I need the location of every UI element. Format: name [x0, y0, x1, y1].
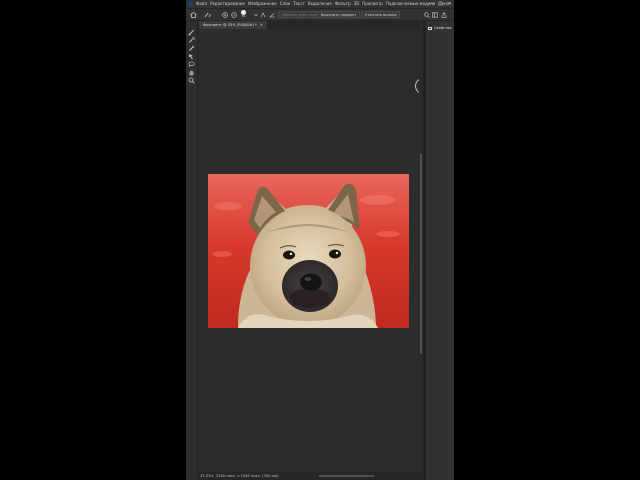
menu-select[interactable]: Выделение: [308, 0, 332, 8]
brush-tool-icon[interactable]: [188, 29, 195, 36]
properties-panel: Свойства: [426, 21, 454, 480]
document-tab-title: Фрагмент @ 33% (RGB/8#) *: [203, 23, 257, 27]
menu-3d[interactable]: 3D: [354, 0, 360, 8]
refine-edge-brush-icon[interactable]: [188, 45, 195, 52]
photoshop-window: Файл Редактирование Изображение Слои Тек…: [186, 0, 454, 480]
search-icon[interactable]: [424, 11, 430, 19]
select-subject-button[interactable]: Выделить предмет: [317, 11, 361, 18]
brush-size-dropdown-icon[interactable]: [254, 11, 258, 19]
menu-view[interactable]: Просмотр: [362, 0, 383, 8]
share-icon[interactable]: [441, 11, 447, 19]
close-tab-icon[interactable]: ✕: [260, 23, 263, 27]
lasso-tool-icon[interactable]: [188, 61, 195, 68]
menu-bar: Файл Редактирование Изображение Слои Тек…: [186, 0, 454, 8]
canvas-workspace[interactable]: [199, 29, 431, 472]
properties-icon: [428, 26, 432, 30]
brush-size-control[interactable]: 50: [241, 10, 246, 18]
close-button[interactable]: ✕: [448, 1, 452, 7]
tool-preset-icon[interactable]: [204, 11, 212, 19]
add-to-selection-icon[interactable]: [222, 11, 228, 19]
refine-hair-button[interactable]: Уточнить волосы: [361, 11, 401, 18]
quick-selection-tool-icon[interactable]: [188, 37, 195, 44]
menu-file[interactable]: Файл: [196, 0, 207, 8]
document-tab-bar: Фрагмент @ 33% (RGB/8#) * ✕: [199, 21, 419, 29]
object-selection-tool-icon[interactable]: [188, 53, 195, 60]
menu-edit[interactable]: Редактирование: [210, 0, 245, 8]
menu-image[interactable]: Изображение: [248, 0, 277, 8]
brush-angle-icon[interactable]: [260, 11, 267, 19]
menu-type[interactable]: Текст: [293, 0, 305, 8]
zoom-level[interactable]: 33,33%: [200, 472, 214, 480]
tools-panel: [186, 21, 198, 480]
vertical-scroll-thumb[interactable]: [420, 154, 422, 354]
zoom-tool-icon[interactable]: [188, 77, 195, 84]
workspace-icon[interactable]: [432, 11, 438, 19]
sample-all-layers-checkbox[interactable]: Образец всех слоев: [278, 11, 323, 18]
document-size-info[interactable]: 2560 пикс. x 1965 пикс. (300 ppi): [216, 472, 278, 480]
document-tab[interactable]: Фрагмент @ 33% (RGB/8#) * ✕: [199, 21, 268, 29]
dog-photo: [208, 174, 409, 328]
menu-layer[interactable]: Слои: [280, 0, 290, 8]
horizontal-scroll-thumb[interactable]: [319, 475, 374, 477]
window-controls: — □ ✕: [428, 0, 452, 8]
properties-panel-tab[interactable]: Свойства: [428, 26, 452, 30]
minimize-button[interactable]: —: [428, 1, 433, 7]
properties-panel-title: Свойства: [434, 26, 452, 30]
brush-size-value: 50: [241, 14, 246, 18]
document-image[interactable]: [208, 174, 409, 328]
options-bar: 50 Образец всех слоев Выделить предмет У…: [186, 8, 454, 21]
angle-icon[interactable]: [269, 11, 276, 19]
photoshop-logo-icon: [188, 1, 193, 7]
hand-tool-icon[interactable]: [188, 69, 195, 76]
status-bar: 33,33% 2560 пикс. x 1965 пикс. (300 ppi): [199, 472, 423, 480]
menu-filter[interactable]: Фильтр: [335, 0, 351, 8]
subtract-from-selection-icon[interactable]: [231, 11, 237, 19]
home-icon[interactable]: [190, 11, 197, 19]
maximize-button[interactable]: □: [438, 1, 443, 7]
